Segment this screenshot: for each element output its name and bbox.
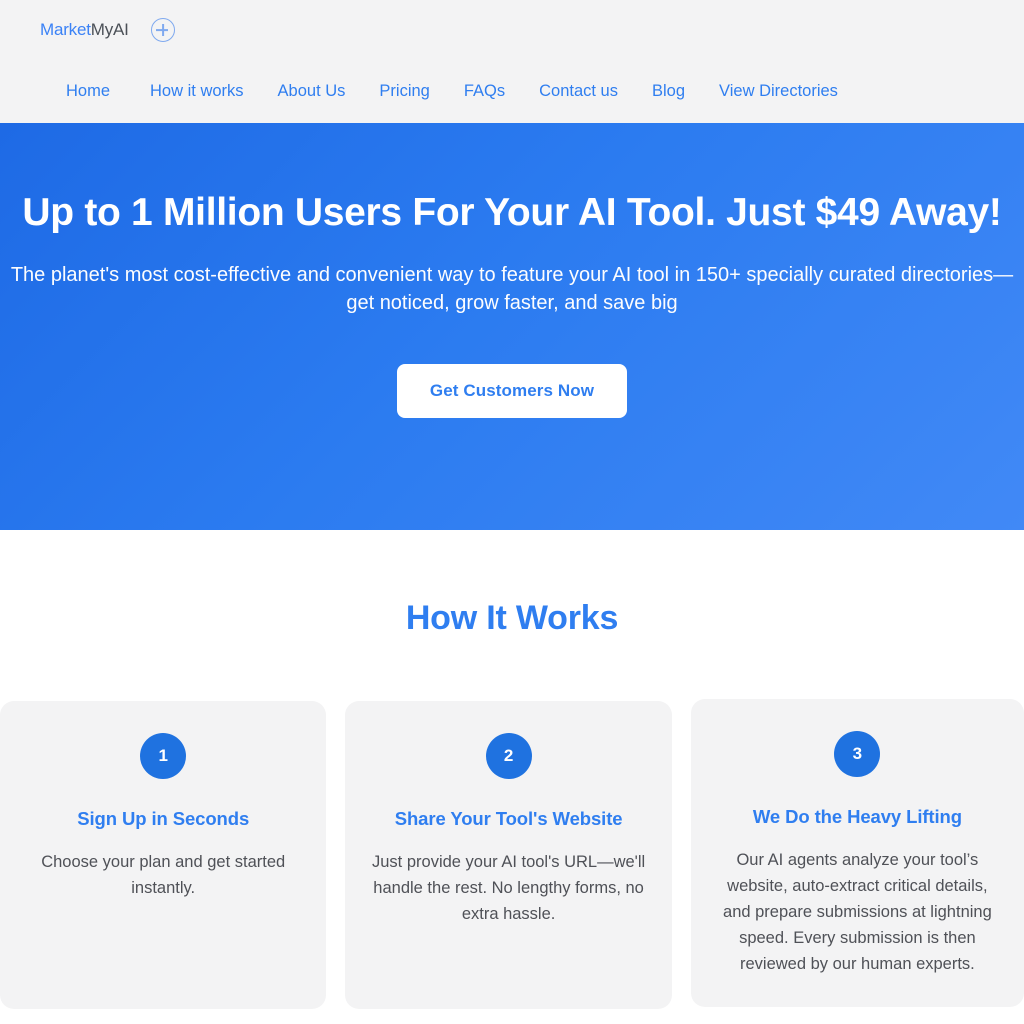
nav-item-contact-us[interactable]: Contact us	[539, 83, 618, 100]
step-heading-2: Share Your Tool's Website	[394, 808, 623, 829]
step-body-3: Our AI agents analyze your tool’s websit…	[723, 851, 992, 974]
step-heading-1: Sign Up in Seconds	[77, 808, 250, 829]
nav-item-how-it-works[interactable]: How it works	[150, 83, 244, 100]
nav-item-blog[interactable]: Blog	[652, 83, 685, 100]
step-body-2: Just provide your AI tool's URL—we'll ha…	[372, 853, 646, 924]
hero-subheadline: The planet's most cost-effective and con…	[10, 263, 1014, 314]
step-card-3: 3 We Do the Heavy Lifting Our AI agents …	[690, 699, 1024, 1008]
brand-logo-part-myai: MyAI	[90, 20, 129, 39]
how-it-works-section: How It Works 1 Sign Up in Seconds Choose…	[0, 530, 1024, 1024]
step-number-badge-1: 1	[140, 733, 187, 779]
brand-logo-part-market: Market	[40, 20, 91, 39]
nav-item-view-directories[interactable]: View Directories	[719, 83, 838, 100]
site-header: MarketMyAI Home How it works About Us Pr…	[0, 0, 1024, 123]
nav-item-faqs[interactable]: FAQs	[464, 83, 505, 100]
how-it-works-cards: 1 Sign Up in Seconds Choose your plan an…	[0, 638, 1024, 1009]
step-body-1: Choose your plan and get started instant…	[41, 853, 286, 898]
step-number-badge-2: 2	[485, 733, 532, 779]
hero-headline: Up to 1 Million Users For Your AI Tool. …	[22, 191, 1002, 234]
get-customers-now-button[interactable]: Get Customers Now	[396, 364, 628, 419]
hero-section: Up to 1 Million Users For Your AI Tool. …	[0, 123, 1024, 530]
step-number-badge-3: 3	[834, 731, 881, 777]
plus-circle-icon[interactable]	[150, 18, 175, 42]
nav-item-pricing[interactable]: Pricing	[379, 83, 429, 100]
brand-row: MarketMyAI	[0, 0, 1024, 48]
step-card-2: 2 Share Your Tool's Website Just provide…	[345, 701, 672, 1009]
step-card-1: 1 Sign Up in Seconds Choose your plan an…	[0, 701, 327, 1009]
main-navigation: Home How it works About Us Pricing FAQs …	[0, 68, 1024, 114]
hero-cta-container: Get Customers Now	[0, 364, 1024, 419]
step-heading-3: We Do the Heavy Lifting	[752, 806, 962, 827]
nav-item-about-us[interactable]: About Us	[278, 83, 346, 100]
brand-logo[interactable]: MarketMyAI	[40, 20, 129, 40]
how-it-works-title: How It Works	[405, 599, 619, 637]
nav-item-home[interactable]: Home	[66, 83, 110, 100]
